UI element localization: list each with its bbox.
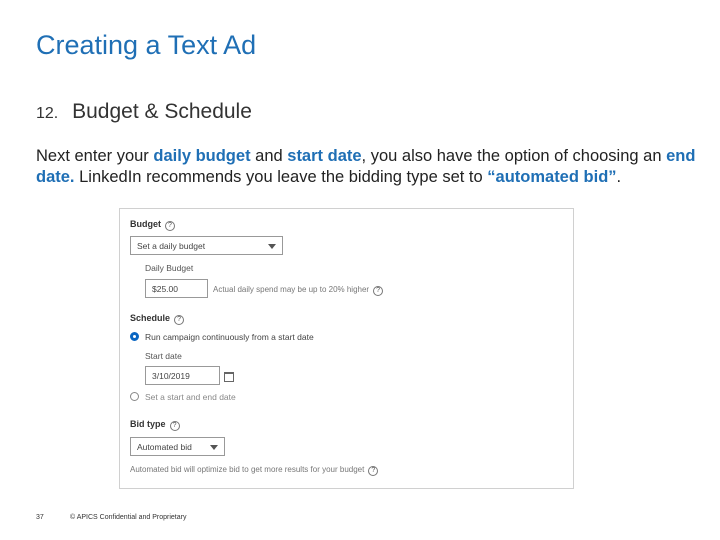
bid-type-value: Automated bid — [137, 442, 192, 452]
daily-budget-hint-text: Actual daily spend may be up to 20% high… — [213, 285, 370, 294]
schedule-start-end-label: Set a start and end date — [145, 392, 236, 402]
help-icon[interactable]: ? — [368, 466, 379, 476]
slide-title: Creating a Text Ad — [36, 30, 257, 60]
schedule-continuous-radio[interactable] — [130, 332, 139, 341]
start-date-label: Start date — [145, 351, 182, 361]
daily-budget-input[interactable]: $25.00 — [145, 279, 208, 298]
step-number: 12. — [36, 105, 59, 122]
highlight-daily-budget: daily budget — [153, 147, 251, 165]
help-icon[interactable]: ? — [373, 286, 384, 296]
budget-section-label: Budget? — [130, 219, 175, 231]
schedule-continuous-label: Run campaign continuously from a start d… — [145, 332, 314, 342]
budget-label: Budget — [130, 219, 161, 229]
bid-hint: Automated bid will optimize bid to get m… — [130, 465, 379, 476]
bid-type-section-label: Bid type? — [130, 419, 180, 431]
bid-type-label: Bid type — [130, 419, 166, 429]
body-text-2: and — [250, 147, 288, 165]
start-date-value: 3/10/2019 — [152, 371, 190, 381]
body-text-1: Next enter your — [36, 147, 154, 165]
budget-type-value: Set a daily budget — [137, 241, 206, 251]
step-title: Budget & Schedule — [72, 100, 252, 123]
help-icon[interactable]: ? — [174, 315, 185, 325]
highlight-start-date: start date — [287, 147, 362, 165]
bid-type-select[interactable]: Automated bid — [130, 437, 225, 456]
copyright-notice: © APICS Confidential and Proprietary — [70, 514, 187, 521]
budget-schedule-screenshot: Budget? Set a daily budget Daily Budget … — [119, 208, 574, 489]
instruction-paragraph: Next enter your daily budget and start d… — [36, 146, 696, 188]
schedule-start-end-radio[interactable] — [130, 392, 139, 401]
help-icon[interactable]: ? — [169, 421, 180, 431]
page-number: 37 — [36, 514, 44, 521]
calendar-icon[interactable] — [224, 372, 234, 382]
highlight-automated-bid: “automated bid” — [487, 168, 617, 186]
body-text-4: LinkedIn recommends you leave the biddin… — [74, 168, 488, 186]
bid-hint-text: Automated bid will optimize bid to get m… — [130, 465, 365, 474]
step-heading: 12. Budget & Schedule — [36, 100, 252, 124]
body-text-5: . — [616, 168, 622, 186]
chevron-down-icon — [210, 445, 218, 450]
budget-type-select[interactable]: Set a daily budget — [130, 236, 283, 255]
chevron-down-icon — [268, 244, 276, 249]
help-icon[interactable]: ? — [165, 221, 175, 231]
schedule-section-label: Schedule? — [130, 313, 185, 325]
start-date-input[interactable]: 3/10/2019 — [145, 366, 234, 385]
daily-budget-label: Daily Budget — [145, 263, 194, 273]
schedule-label: Schedule — [130, 313, 171, 323]
body-text-3: , you also have the option of choosing a… — [361, 147, 667, 165]
daily-budget-hint: Actual daily spend may be up to 20% high… — [213, 285, 384, 296]
